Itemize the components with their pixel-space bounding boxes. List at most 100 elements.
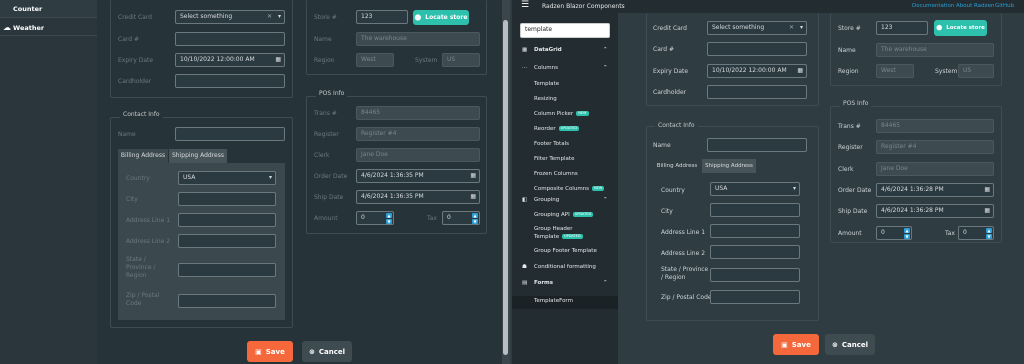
menu-icon[interactable]: ☰ (521, 0, 529, 10)
clear-icon[interactable]: ✕ (789, 22, 794, 34)
calendar-icon[interactable]: ▦ (984, 184, 990, 196)
sidebar-subitem[interactable]: Frozen Columns (512, 169, 618, 184)
chevron-down-icon[interactable]: ▾ (278, 11, 281, 23)
status-badge: NEW (592, 186, 605, 191)
ship-date-input[interactable]: 4/6/2024 1:36:28 PM ▦ (876, 204, 994, 218)
address2-input[interactable] (710, 245, 800, 259)
city-input[interactable] (710, 203, 800, 217)
sidebar-item-datagrid[interactable]: ▦ DataGrid ⌃ (512, 47, 618, 60)
card-label: Card # (653, 46, 674, 53)
card-input[interactable] (175, 32, 285, 46)
sidebar-subitem-label: Template (534, 81, 560, 87)
chevron-down-icon[interactable]: ▾ (793, 183, 796, 195)
about-link[interactable]: About Radzen (956, 3, 994, 9)
calendar-icon[interactable]: ▦ (797, 65, 803, 77)
city-label: City (126, 196, 138, 203)
store-name-label: Name (314, 36, 332, 43)
store-input[interactable]: 123 (356, 10, 408, 24)
tab-billing[interactable]: Billing Address (118, 149, 168, 163)
contact-name-input[interactable] (707, 138, 807, 152)
sidebar: template ▦ DataGrid ⌃ ⋯ Columns ⌃ Template Re… (512, 13, 618, 364)
card-label: Card # (118, 36, 139, 43)
store-label: Store # (314, 14, 337, 21)
order-date-input[interactable]: 4/6/2024 1:36:35 PM ▦ (356, 169, 480, 183)
form-icon: ▤ (522, 280, 528, 286)
cancel-button[interactable]: ⊗ Cancel (825, 334, 875, 355)
city-input[interactable] (178, 192, 276, 206)
locate-store-button[interactable]: ⬤ Locate store (413, 10, 469, 25)
store-name-input: The warehouse (356, 32, 480, 46)
sidebar-item-grouping[interactable]: ◧ Grouping ⌃ (512, 197, 618, 210)
sidebar-subitem[interactable]: Reorder UPDATED (512, 124, 618, 139)
trans-label: Trans # (314, 110, 337, 117)
country-select[interactable]: USA ▾ (710, 182, 800, 196)
save-button[interactable]: ▣ Save (773, 334, 819, 355)
sidebar-subitem[interactable]: Filter Template (512, 154, 618, 169)
order-date-label: Order Date (314, 173, 348, 180)
credit-card-select[interactable]: Select something ✕ ▾ (175, 10, 285, 24)
nav-item-counter[interactable]: Counter (0, 0, 97, 18)
country-select[interactable]: USA ▾ (178, 171, 276, 185)
sidebar-subitem[interactable]: Resizing (512, 94, 618, 109)
amount-input[interactable]: 0 ▲ ▼ (356, 211, 394, 225)
sidebar-item-columns[interactable]: ⋯ Columns ⌃ (512, 65, 618, 78)
trans-input: 84465 (356, 106, 480, 120)
expiry-input[interactable]: 10/10/2022 12:00:00 AM ▦ (175, 53, 285, 67)
cardholder-input[interactable] (707, 85, 807, 99)
address2-input[interactable] (178, 234, 276, 248)
expiry-input[interactable]: 10/10/2022 12:00:00 AM ▦ (707, 64, 807, 78)
tab-shipping[interactable]: Shipping Address (169, 149, 227, 163)
amount-input[interactable]: 0 ▲ ▼ (876, 226, 912, 240)
address1-label: Address Line 1 (661, 229, 706, 236)
card-input[interactable] (707, 42, 807, 56)
tab-billing[interactable]: Billing Address (653, 159, 701, 173)
nav-item-weather[interactable]: ☁ Weather (0, 20, 97, 36)
sidebar-subitem[interactable]: Footer Totals (512, 139, 618, 154)
locate-store-button[interactable]: ⬤ Locate store (934, 20, 987, 36)
sidebar-item-conditional[interactable]: ☗ Conditional formatting (512, 264, 618, 277)
tab-shipping[interactable]: Shipping Address (702, 159, 756, 173)
tax-input[interactable]: 0 ▲ ▼ (958, 226, 994, 240)
order-date-input[interactable]: 4/6/2024 1:36:28 PM ▦ (876, 183, 994, 197)
system-input: US (442, 53, 480, 67)
documentation-link[interactable]: Documentation (912, 3, 954, 9)
github-link[interactable]: GitHub (995, 3, 1014, 9)
calendar-icon[interactable]: ▦ (470, 170, 476, 182)
state-input[interactable] (710, 268, 800, 282)
zip-input[interactable] (178, 294, 276, 308)
sidebar-subitem[interactable]: Grouping API UPDATED (512, 210, 618, 223)
sidebar-subitem-label: Footer Totals (534, 141, 569, 147)
store-input[interactable]: 123 (876, 21, 928, 35)
chevron-down-icon[interactable]: ▾ (800, 22, 803, 34)
pos-title: POS Info (840, 100, 872, 107)
calendar-icon[interactable]: ▦ (275, 54, 281, 66)
tax-input[interactable]: 0 ▲ ▼ (442, 211, 480, 225)
cardholder-input[interactable] (175, 74, 285, 88)
sidebar-item-forms[interactable]: ▤ Forms ⌃ (512, 280, 618, 293)
contact-name-input[interactable] (175, 127, 285, 141)
scrollbar-thumb[interactable] (503, 20, 508, 355)
chevron-down-icon[interactable]: ▾ (269, 172, 272, 184)
grid-icon: ▦ (522, 47, 528, 53)
ship-date-input[interactable]: 4/6/2024 1:36:35 PM ▦ (356, 190, 480, 204)
sidebar-item-templateform[interactable]: TemplateForm (512, 296, 618, 309)
sidebar-subitem[interactable]: Group Footer Template (512, 246, 618, 261)
ship-date-label: Ship Date (314, 194, 344, 201)
save-button[interactable]: ▣ Save (247, 341, 293, 362)
amount-label: Amount (314, 215, 338, 222)
calendar-icon[interactable]: ▦ (984, 205, 990, 217)
sidebar-subitem[interactable]: Group Header Template UPDATED (512, 223, 618, 246)
sidebar-subitem[interactable]: Column Picker NEW (512, 109, 618, 124)
address1-input[interactable] (178, 213, 276, 227)
credit-card-select[interactable]: Select something ✕ ▾ (707, 21, 807, 35)
app-title: Radzen Blazor Components (542, 3, 625, 10)
sidebar-subitem[interactable]: Template (512, 79, 618, 94)
address1-input[interactable] (710, 224, 800, 238)
zip-input[interactable] (710, 290, 800, 304)
state-input[interactable] (178, 263, 276, 277)
calendar-icon[interactable]: ▦ (470, 191, 476, 203)
country-label: Country (126, 175, 150, 182)
search-input[interactable]: template (520, 23, 610, 38)
cancel-button[interactable]: ⊗ Cancel (302, 341, 352, 362)
clear-icon[interactable]: ✕ (267, 11, 272, 23)
